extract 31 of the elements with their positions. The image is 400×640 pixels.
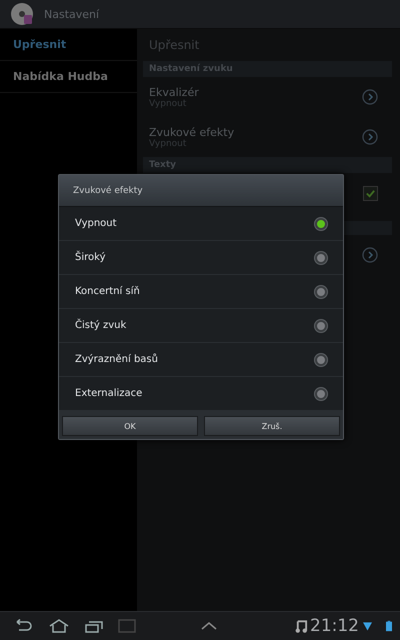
battery-icon [386, 620, 392, 632]
home-icon[interactable] [48, 619, 70, 633]
radio-button[interactable] [315, 218, 327, 230]
radio-option[interactable]: Široký [59, 241, 343, 275]
setting-title: Zvukové efekty [149, 126, 236, 138]
chevron-icon[interactable] [362, 89, 378, 105]
radio-option[interactable]: Čistý zvuk [59, 309, 343, 343]
dialog-title: Zvukové efekty [59, 175, 343, 207]
radio-option[interactable]: Koncertní síň [59, 275, 343, 309]
radio-option[interactable]: Zvýraznění basů [59, 343, 343, 377]
radio-button[interactable] [315, 320, 327, 332]
recent-apps-icon[interactable] [84, 619, 104, 633]
setting-title: Ekvalizér [149, 86, 200, 98]
dialog-button[interactable]: OK [62, 416, 198, 436]
caret-up-icon[interactable] [200, 621, 218, 631]
back-icon[interactable] [14, 619, 34, 633]
dialog-button[interactable]: Zruš. [204, 416, 340, 436]
radio-button[interactable] [315, 286, 327, 298]
disc-icon[interactable] [10, 2, 34, 26]
radio-button[interactable] [315, 252, 327, 264]
music-note-icon [295, 618, 308, 634]
radio-button[interactable] [315, 388, 327, 400]
checkbox[interactable] [363, 186, 378, 200]
app-title: Nastavení [44, 8, 100, 20]
chevron-icon[interactable] [362, 129, 378, 145]
chevron-icon[interactable] [362, 247, 378, 263]
wifi-icon [363, 621, 372, 631]
radio-option[interactable]: Vypnout [59, 207, 343, 241]
checkmark-icon [365, 188, 376, 198]
clock: 21:12 [310, 616, 359, 636]
radio-button[interactable] [315, 354, 327, 366]
